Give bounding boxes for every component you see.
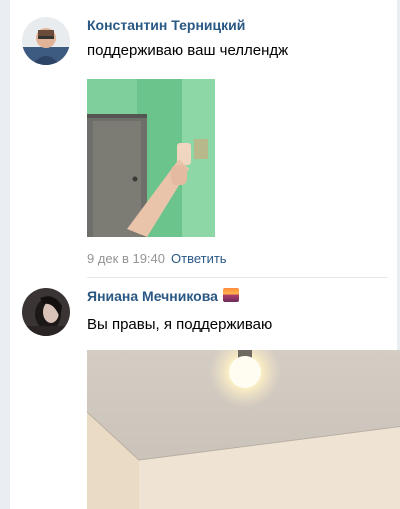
avatar[interactable] (22, 17, 70, 65)
user-photo-avatar-icon (22, 288, 70, 336)
avatar[interactable] (22, 288, 70, 336)
reply-button[interactable]: Ответить (171, 251, 227, 266)
comment-item: Константин Терницкий поддерживаю ваш чел… (22, 17, 392, 277)
user-photo-avatar-icon (22, 17, 70, 65)
comment-item: Яниана Мечникова Вы правы, я поддерживаю (22, 288, 400, 509)
comment-author-link[interactable]: Константин Терницкий (87, 17, 245, 33)
comment-meta: 9 дек в 19:40 Ответить (87, 251, 227, 266)
comment-photo[interactable] (87, 79, 215, 237)
sunset-emoji-icon (222, 288, 239, 302)
page-frame-left (0, 0, 10, 509)
comment-text: поддерживаю ваш челлендж (87, 42, 289, 59)
comment-text: Вы правы, я поддерживаю (87, 316, 273, 333)
comment-photo[interactable] (87, 350, 400, 509)
comment-author-name: Яниана Мечникова (87, 288, 218, 304)
ceiling-lightbulb-photo-icon (87, 350, 400, 509)
comment-author-link[interactable]: Яниана Мечникова (87, 288, 239, 304)
comment-date-link[interactable]: 9 дек в 19:40 (87, 251, 165, 266)
comment-divider (87, 277, 388, 278)
hand-on-green-wall-photo-icon (87, 79, 215, 237)
